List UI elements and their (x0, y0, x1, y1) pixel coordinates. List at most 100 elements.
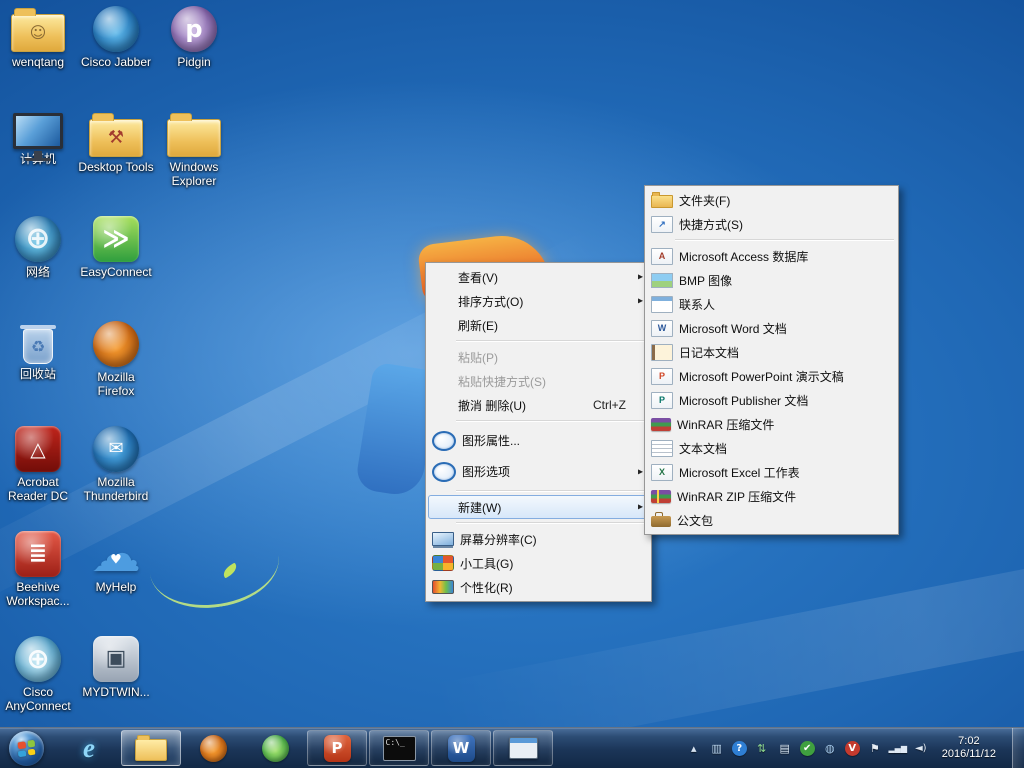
menu-item-label: 日记本文档 (679, 345, 740, 360)
menu-item-label: 图形属性... (462, 434, 521, 448)
contact-icon (651, 295, 673, 313)
taskbar-button-powerpoint[interactable]: P (307, 730, 367, 766)
menu-item-label: 文本文档 (679, 441, 728, 456)
taskbar-button-window-app[interactable] (493, 730, 553, 766)
new-submenu-item-access[interactable]: A Microsoft Access 数据库 (647, 244, 896, 268)
new-submenu-item-bmp[interactable]: BMP 图像 (647, 268, 896, 292)
menu-item-label: 个性化(R) (460, 580, 513, 595)
context-menu-item-graphics-properties[interactable]: 图形属性... (428, 425, 649, 456)
computer-icon (13, 113, 63, 149)
context-menu-item-paste-shortcut[interactable]: 粘贴快捷方式(S) (428, 369, 649, 393)
signal-icon[interactable]: ▂▄▆ (889, 740, 907, 756)
access-icon: A (651, 247, 673, 265)
new-submenu-item-winrar-zip[interactable]: WinRAR ZIP 压缩文件 (647, 484, 896, 508)
taskbar-button-cmd[interactable]: C:\_ (369, 730, 429, 766)
taskbar-clock[interactable]: 7:02 2016/11/12 (936, 735, 1005, 761)
desktop-icon-label: Beehive Workspac... (6, 580, 70, 608)
intel-icon (432, 461, 456, 482)
desktop-icon-label: Cisco Jabber (80, 55, 152, 69)
taskbar-button-explorer[interactable] (121, 730, 181, 766)
desktop-icon-mydtwin[interactable]: ▣ MYDTWIN... (78, 636, 154, 699)
desktop-icon-beehive[interactable]: ≣ Beehive Workspac... (0, 531, 76, 608)
help-icon[interactable]: ? (731, 740, 747, 756)
context-menu-item-view[interactable]: 查看(V) ▸ (428, 265, 649, 289)
flag-quadrant (17, 740, 25, 749)
green-browser-icon (261, 734, 289, 762)
show-desktop-button[interactable] (1012, 728, 1024, 768)
desktop-icon-windows-explorer[interactable]: Windows Explorer (156, 111, 232, 188)
menu-separator (456, 340, 647, 342)
taskbar-button-internet-explorer[interactable]: e (59, 730, 119, 766)
context-menu-item-personalize[interactable]: 个性化(R) (428, 575, 649, 599)
menu-item-label: BMP 图像 (679, 273, 733, 288)
menu-item-label: 粘贴(P) (458, 350, 498, 365)
taskbar-button-green-browser[interactable] (245, 730, 305, 766)
word-icon: W (447, 734, 475, 762)
desktop-icon-label: MYDTWIN... (82, 685, 150, 699)
new-submenu-item-word[interactable]: W Microsoft Word 文档 (647, 316, 896, 340)
desktop-icon-desktop-tools[interactable]: ⚒ Desktop Tools (78, 111, 154, 174)
menu-item-label: Microsoft Word 文档 (679, 321, 787, 336)
desktop-icon-pidgin[interactable]: p Pidgin (156, 6, 232, 69)
context-menu-item-new[interactable]: 新建(W) ▸ (428, 495, 649, 519)
gadget-icon (432, 555, 454, 571)
new-submenu-item-winrar[interactable]: WinRAR 压缩文件 (647, 412, 896, 436)
new-submenu-item-folder[interactable]: 文件夹(F) (647, 188, 896, 212)
desktop-icon-cisco-jabber[interactable]: Cisco Jabber (78, 6, 154, 69)
hidden-icons-icon[interactable]: ▴ (686, 740, 702, 756)
desktop-icon-label: Acrobat Reader DC (7, 475, 69, 503)
context-menu-item-refresh[interactable]: 刷新(E) (428, 313, 649, 337)
mcafee-icon[interactable]: V (844, 740, 860, 756)
new-submenu-item-contact[interactable]: 联系人 (647, 292, 896, 316)
graphics-icon[interactable]: ▥ (709, 740, 725, 756)
new-submenu-item-shortcut[interactable]: ↗ 快捷方式(S) (647, 212, 896, 236)
zip-icon (651, 489, 671, 503)
new-submenu-item-text[interactable]: 文本文档 (647, 436, 896, 460)
new-submenu-item-excel[interactable]: X Microsoft Excel 工作表 (647, 460, 896, 484)
new-submenu-item-powerpoint[interactable]: P Microsoft PowerPoint 演示文稿 (647, 364, 896, 388)
taskbar-button-firefox[interactable] (183, 730, 243, 766)
desktop-icon-label: Desktop Tools (78, 160, 154, 174)
desktop-icon-recycle-bin[interactable]: ♻ 回收站 (0, 321, 76, 381)
start-button[interactable] (0, 728, 52, 768)
input-flag-icon[interactable]: ⚑ (867, 740, 883, 756)
network-icon[interactable]: ◍ (822, 740, 838, 756)
blank-icon (432, 498, 452, 516)
volume-icon[interactable]: ◄) (913, 740, 929, 756)
new-submenu-item-briefcase[interactable]: 公文包 (647, 508, 896, 532)
context-menu-item-undo-delete[interactable]: 撤消 删除(U) Ctrl+Z (428, 393, 649, 417)
desktop-icon-computer[interactable]: 计算机 (0, 111, 76, 166)
display-icon[interactable]: ▤ (777, 740, 793, 756)
acrobat-icon: △ (15, 426, 61, 472)
new-submenu-item-publisher[interactable]: P Microsoft Publisher 文档 (647, 388, 896, 412)
desktop-icon-wenqtang[interactable]: ☺ wenqtang (0, 6, 76, 69)
context-menu-item-graphics-options[interactable]: 图形选项 ▸ (428, 456, 649, 487)
taskbar-button-word[interactable]: W (431, 730, 491, 766)
desktop[interactable]: ☺ wenqtang Cisco Jabber p Pidgin 计算机 ⚒ Desktop … (0, 0, 1024, 768)
new-submenu-item-journal[interactable]: 日记本文档 (647, 340, 896, 364)
safety-icon[interactable]: ✔ (799, 740, 815, 756)
pidgin-icon: p (171, 6, 217, 52)
thunderbird-icon: ✉ (93, 426, 139, 472)
desktop-icon-acrobat[interactable]: △ Acrobat Reader DC (0, 426, 76, 503)
system-tray: ▴ ▥? ⇅ ▤ ✔ ◍ V ⚑ ▂▄▆ ◄) 7:02 2016/11/12 (680, 728, 1024, 768)
desktop-icon-cisco-anyconnect[interactable]: ⊕ Cisco AnyConnect (0, 636, 76, 713)
desktop-icon-label: Mozilla Firefox (97, 370, 135, 398)
desktop-icon-easyconnect[interactable]: ≫ EasyConnect (78, 216, 154, 279)
ppt-icon: P (651, 367, 673, 385)
desktop-icon-network[interactable]: ⊕ 网络 (0, 216, 76, 279)
cisco-jabber-icon (93, 6, 139, 52)
desktop-icon-myhelp[interactable]: ☁MyHelp (78, 529, 154, 594)
desktop-icon-label: Pidgin (177, 55, 211, 69)
submenu-arrow-icon: ▸ (637, 295, 643, 307)
menu-item-label: 粘贴快捷方式(S) (458, 374, 546, 389)
easyconnect-icon: ≫ (93, 216, 139, 262)
rar-icon (651, 417, 671, 431)
context-menu-item-screen-resolution[interactable]: 屏幕分辨率(C) (428, 527, 649, 551)
context-menu-item-gadgets[interactable]: 小工具(G) (428, 551, 649, 575)
context-menu-item-paste[interactable]: 粘贴(P) (428, 345, 649, 369)
context-menu-item-sort-by[interactable]: 排序方式(O) ▸ (428, 289, 649, 313)
desktop-icon-firefox[interactable]: Mozilla Firefox (78, 321, 154, 398)
sync-icon[interactable]: ⇅ (754, 740, 770, 756)
desktop-icon-thunderbird[interactable]: ✉ Mozilla Thunderbird (78, 426, 154, 503)
